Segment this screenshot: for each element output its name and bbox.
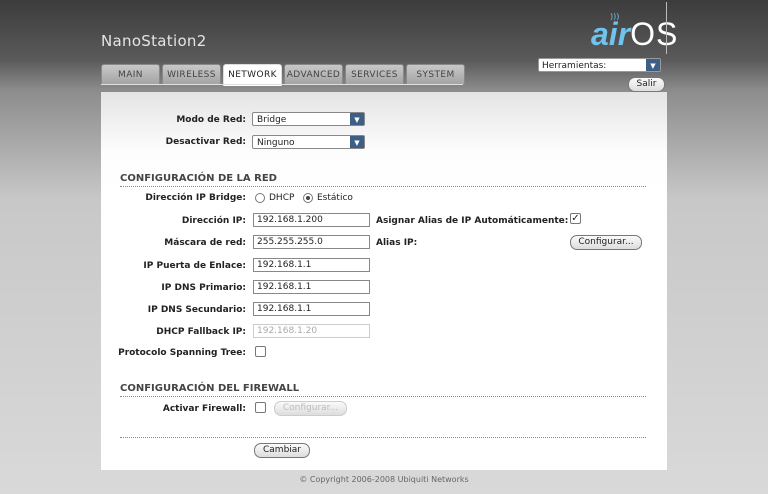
copyright: © Copyright 2006-2008 Ubiquiti Networks — [299, 475, 469, 484]
tab-wireless[interactable]: WIRELESS — [162, 64, 221, 84]
section-divider — [120, 396, 646, 397]
main-tabs: MAIN WIRELESS NETWORK ADVANCED SERVICES … — [101, 64, 467, 86]
bridge-ip-label: Dirección IP Bridge: — [145, 193, 246, 203]
gateway-input[interactable]: 192.168.1.1 — [253, 258, 370, 272]
logout-button[interactable]: Salir — [628, 77, 665, 92]
logo-air: air — [591, 16, 631, 52]
configure-alias-button[interactable]: Configurar... — [570, 235, 642, 250]
ip-address-input[interactable]: 192.168.1.200 — [253, 213, 370, 227]
dhcp-radio-label: DHCP — [269, 193, 295, 203]
ip-alias-label: Alias IP: — [376, 238, 418, 248]
dns-secondary-label: IP DNS Secundario: — [147, 305, 246, 315]
static-radio[interactable] — [303, 193, 313, 203]
chevron-down-icon: ▼ — [646, 59, 660, 71]
netmask-label: Máscara de red: — [164, 238, 246, 248]
auto-alias-label: Asignar Alias de IP Automáticamente: — [376, 216, 569, 226]
chevron-down-icon: ▼ — [350, 113, 364, 125]
stp-label: Protocolo Spanning Tree: — [118, 348, 246, 358]
tab-network[interactable]: NETWORK — [223, 64, 282, 86]
dhcp-radio[interactable] — [255, 193, 265, 203]
network-mode-label: Modo de Red: — [176, 115, 246, 125]
device-name: NanoStation2 — [101, 32, 207, 50]
dns-primary-label: IP DNS Primario: — [161, 283, 246, 293]
tab-system[interactable]: SYSTEM — [406, 64, 465, 84]
network-mode-select[interactable]: Bridge ▼ — [252, 112, 365, 126]
disable-network-value: Ninguno — [257, 138, 295, 148]
disable-network-label: Desactivar Red: — [165, 137, 246, 147]
tools-select-value: Herramientas: — [542, 61, 607, 71]
network-mode-value: Bridge — [257, 115, 287, 125]
tools-select[interactable]: Herramientas: ▼ — [538, 58, 661, 72]
section-divider — [120, 437, 646, 438]
static-radio-label: Estático — [317, 193, 353, 203]
firewall-enable-label: Activar Firewall: — [162, 404, 246, 414]
chevron-down-icon: ▼ — [350, 136, 364, 148]
change-button[interactable]: Cambiar — [254, 443, 310, 458]
logo-os: OS — [630, 16, 679, 52]
section-divider — [120, 186, 646, 187]
tab-services[interactable]: SERVICES — [345, 64, 404, 84]
auto-alias-checkbox[interactable]: ✓ — [570, 213, 581, 224]
firewall-checkbox[interactable] — [255, 402, 266, 413]
stp-checkbox[interactable] — [255, 346, 266, 357]
disable-network-select[interactable]: Ninguno ▼ — [252, 135, 365, 149]
tab-underline — [101, 84, 463, 85]
firewall-section-title: CONFIGURACIÓN DEL FIREWALL — [120, 383, 300, 394]
checkmark-icon: ✓ — [571, 213, 580, 224]
network-section-title: CONFIGURACIÓN DE LA RED — [120, 173, 277, 184]
tab-advanced[interactable]: ADVANCED — [284, 64, 343, 84]
dhcp-fallback-input[interactable]: 192.168.1.20 — [253, 324, 370, 338]
tab-main[interactable]: MAIN — [101, 64, 160, 84]
netmask-input[interactable]: 255.255.255.0 — [253, 235, 370, 249]
dns-primary-input[interactable]: 192.168.1.1 — [253, 280, 370, 294]
dhcp-fallback-label: DHCP Fallback IP: — [156, 327, 246, 337]
dns-secondary-input[interactable]: 192.168.1.1 — [253, 302, 370, 316]
ip-address-label: Dirección IP: — [181, 216, 246, 226]
header-divider — [666, 2, 667, 54]
configure-firewall-button[interactable]: Configurar... — [274, 401, 347, 416]
gateway-label: IP Puerta de Enlace: — [143, 261, 246, 271]
